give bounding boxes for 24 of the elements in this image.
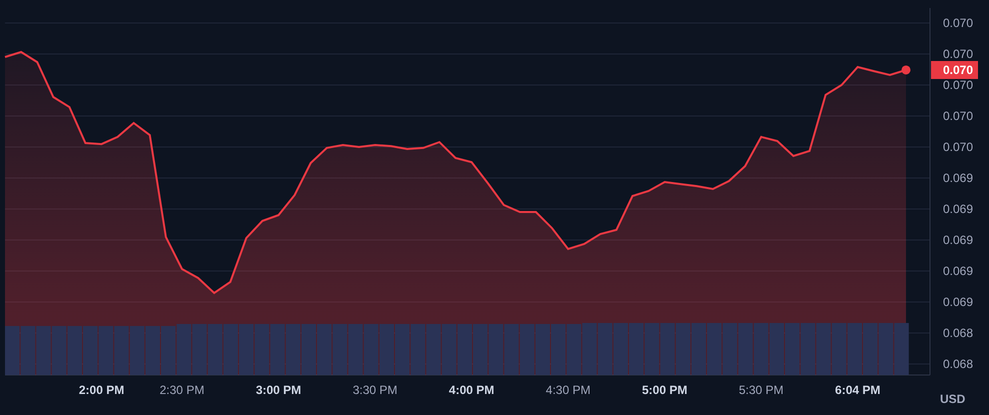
- x-axis-label: 4:30 PM: [546, 383, 590, 397]
- price-badge: 0.070: [931, 61, 978, 79]
- y-axis-label: 0.069: [943, 171, 974, 186]
- x-axis-label: 2:00 PM: [78, 383, 124, 397]
- currency-label: USD: [940, 392, 966, 406]
- x-axis-label: 5:00 PM: [642, 383, 688, 397]
- y-axis-label: 0.069: [943, 264, 974, 278]
- current-price-dot: [902, 66, 910, 74]
- y-axis-label: 0.068: [943, 326, 974, 340]
- y-axis-label: 0.070: [943, 16, 974, 30]
- x-axis-label: 6:04 PM: [835, 383, 880, 397]
- x-axis-label: 5:30 PM: [738, 383, 784, 397]
- x-axis-label: 2:30 PM: [160, 383, 204, 397]
- y-axis-label: 0.070: [943, 78, 974, 92]
- y-axis-label: 0.069: [943, 295, 974, 309]
- y-axis-label: 0.070: [943, 47, 974, 62]
- y-axis-label: 0.070: [943, 109, 974, 124]
- y-axis-label: 0.070: [943, 140, 974, 154]
- y-axis-label: 0.069: [943, 233, 974, 247]
- y-axis-label: 0.068: [943, 357, 974, 371]
- x-axis-label: 3:00 PM: [256, 383, 302, 397]
- x-axis-label: 3:30 PM: [352, 383, 398, 397]
- x-axis-label: 4:00 PM: [448, 383, 494, 397]
- y-axis-label: 0.069: [943, 202, 974, 216]
